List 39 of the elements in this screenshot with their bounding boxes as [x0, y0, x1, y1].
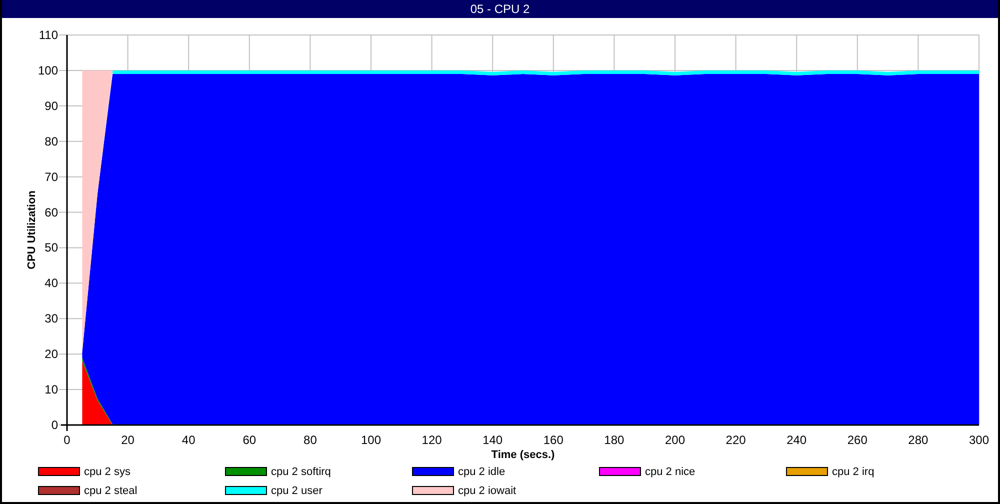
tick-label: 120 — [422, 433, 442, 447]
tick-label: 60 — [44, 205, 58, 220]
tick-label: 140 — [482, 433, 503, 447]
legend-label: cpu 2 sys — [84, 466, 130, 478]
tick-label: 10 — [44, 382, 58, 397]
tick-label: 110 — [38, 28, 58, 42]
tick-label: 20 — [121, 433, 134, 447]
tick-label: 160 — [543, 433, 564, 447]
tick-label: 180 — [604, 433, 624, 447]
axis-title: CPU Utilization — [26, 190, 38, 270]
tick-label: 0 — [51, 418, 58, 432]
tick-label: 50 — [44, 240, 58, 255]
legend-label: cpu 2 irq — [832, 466, 874, 478]
tick-label: 60 — [242, 433, 256, 447]
tick-label: 220 — [726, 433, 746, 447]
tick-label: 260 — [847, 433, 868, 447]
tick-label: 40 — [182, 433, 196, 447]
tick-label: 80 — [304, 433, 317, 447]
tick-label: 280 — [908, 433, 928, 447]
tick-label: 0 — [64, 433, 70, 447]
tick-label: 70 — [44, 170, 58, 184]
tick-label: 40 — [44, 276, 58, 290]
window-title: 05 - CPU 2 — [470, 2, 530, 16]
tick-label: 240 — [786, 433, 807, 447]
tick-label: 90 — [44, 98, 58, 113]
legend-label: cpu 2 user — [271, 484, 322, 496]
tick-label: 100 — [38, 63, 58, 78]
legend-label: cpu 2 iowait — [458, 484, 516, 496]
tick-label: 200 — [664, 433, 686, 447]
legend-label: cpu 2 nice — [645, 466, 696, 478]
legend-label: cpu 2 idle — [458, 466, 506, 478]
tick-label: 80 — [44, 134, 58, 148]
tick-label: 30 — [44, 312, 58, 326]
tick-label: 20 — [44, 347, 58, 362]
tick-label: 100 — [360, 433, 382, 447]
legend-label: cpu 2 steal — [84, 484, 138, 496]
legend-label: cpu 2 softirq — [271, 466, 331, 478]
axis-title: Time (secs.) — [491, 449, 555, 461]
tick-label: 300 — [968, 433, 990, 447]
